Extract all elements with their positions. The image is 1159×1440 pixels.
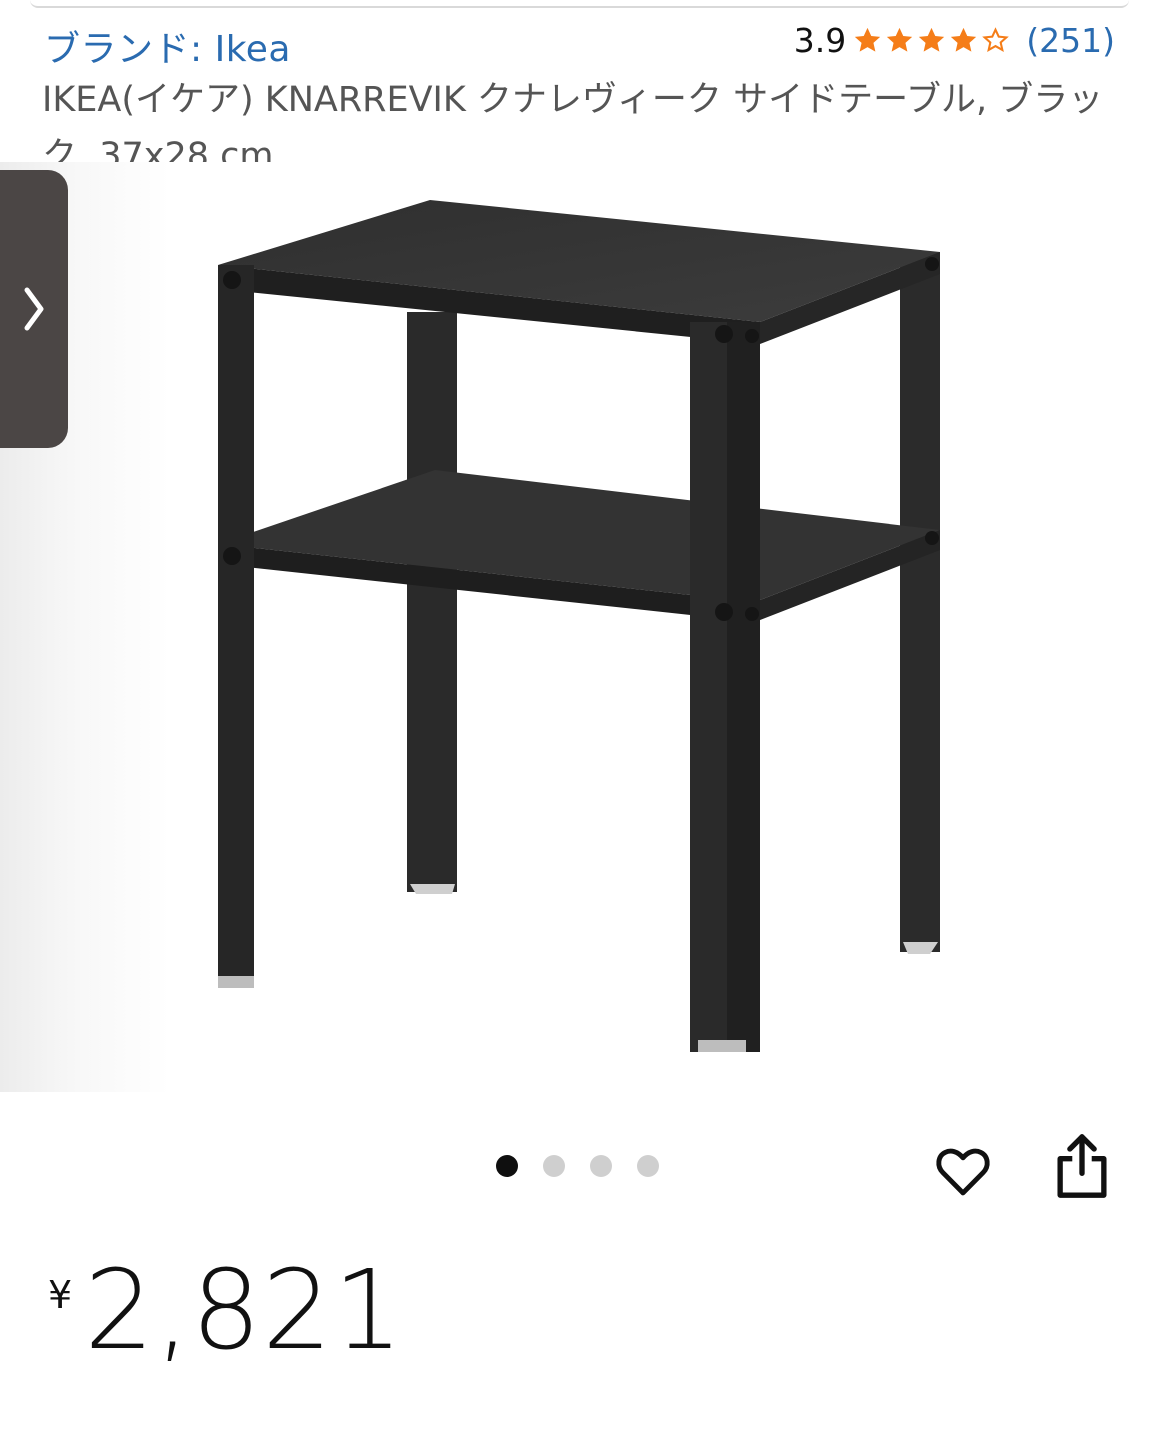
chevron-right-icon: [24, 287, 44, 331]
gallery-side-tab[interactable]: [0, 170, 68, 448]
star-full-icon: [887, 27, 913, 52]
pagination-dot[interactable]: [543, 1155, 565, 1177]
star-full-icon: [919, 27, 945, 52]
price-amount: 2,821: [84, 1246, 405, 1374]
brand-link[interactable]: ブランド: Ikea: [44, 20, 291, 72]
rating-count-link[interactable]: (251): [1026, 21, 1115, 60]
pagination-dot[interactable]: [637, 1155, 659, 1177]
rating-value: 3.9: [793, 20, 847, 60]
gallery-pagination[interactable]: [496, 1155, 659, 1177]
image-gallery[interactable]: [0, 162, 1159, 1092]
pagination-dot-active[interactable]: [496, 1155, 518, 1177]
rating-summary[interactable]: 3.9 (251): [794, 18, 1115, 62]
product-image[interactable]: [170, 172, 990, 1072]
price: ¥ 2,821: [48, 1255, 404, 1365]
pagination-dot[interactable]: [590, 1155, 612, 1177]
star-full-icon: [855, 27, 881, 52]
rating-stars: [852, 25, 1012, 56]
star-empty-icon: [982, 26, 1010, 52]
top-divider: [30, 0, 1129, 8]
star-full-icon: [951, 27, 977, 52]
price-currency: ¥: [48, 1273, 73, 1317]
heart-icon[interactable]: [932, 1140, 994, 1202]
share-icon[interactable]: [1052, 1132, 1112, 1200]
